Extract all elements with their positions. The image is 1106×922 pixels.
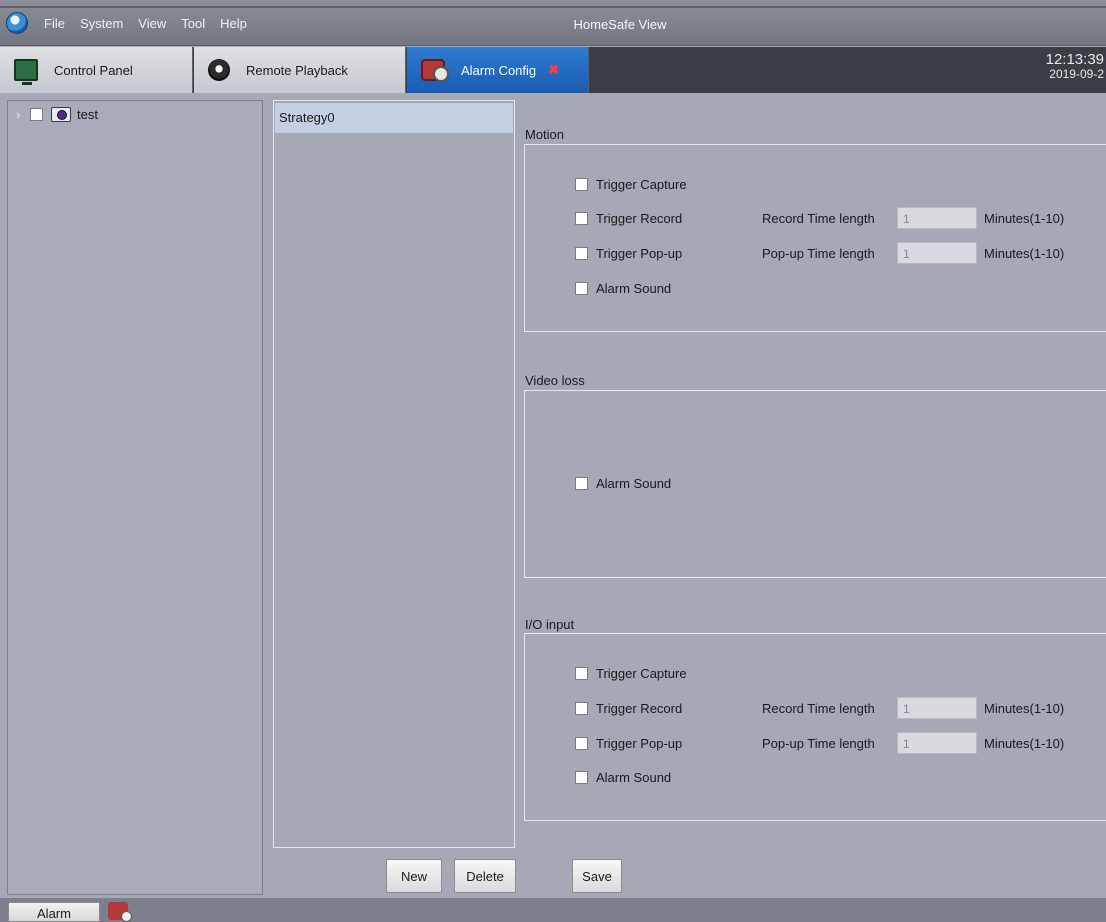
motion-trigger-capture-option[interactable]: Trigger Capture <box>575 177 687 192</box>
io-trigger-capture-checkbox[interactable] <box>575 667 588 680</box>
io-alarm-sound-label: Alarm Sound <box>596 770 672 785</box>
io-input-section <box>524 633 1106 821</box>
camera-icon <box>51 107 71 122</box>
io-trigger-record-option[interactable]: Trigger Record <box>575 701 682 716</box>
clock-date: 2019-09-2 <box>1049 67 1104 81</box>
motion-trigger-capture-checkbox[interactable] <box>575 178 588 191</box>
tab-bar: Control Panel Remote Playback Alarm Conf… <box>0 47 1106 93</box>
motion-popup-length-input[interactable]: 1 <box>897 242 977 264</box>
clock: 12:13:39 2019-09-2 <box>1045 51 1104 81</box>
io-trigger-record-checkbox[interactable] <box>575 702 588 715</box>
tab-remote-playback[interactable]: Remote Playback <box>194 47 406 93</box>
motion-alarm-sound-checkbox[interactable] <box>575 282 588 295</box>
expand-arrow-icon[interactable]: › <box>16 107 30 122</box>
motion-trigger-popup-label: Trigger Pop-up <box>596 246 683 261</box>
alarm-status-tab[interactable]: Alarm <box>8 902 100 922</box>
io-alarm-sound-checkbox[interactable] <box>575 771 588 784</box>
motion-trigger-record-checkbox[interactable] <box>575 212 588 225</box>
close-icon[interactable]: ✖ <box>548 62 559 78</box>
io-popup-unit: Minutes(1-10) <box>984 736 1065 751</box>
motion-trigger-record-label: Trigger Record <box>596 211 683 226</box>
io-trigger-capture-option[interactable]: Trigger Capture <box>575 666 687 681</box>
video-loss-alarm-sound-checkbox[interactable] <box>575 477 588 490</box>
tab-control-panel[interactable]: Control Panel <box>0 47 193 93</box>
strategy-list: Strategy0 <box>273 100 515 848</box>
motion-record-length-label: Record Time length <box>762 211 875 226</box>
status-bar: Alarm <box>0 898 1106 922</box>
playback-icon <box>208 59 230 81</box>
monitor-icon <box>14 59 38 85</box>
video-loss-alarm-sound-option[interactable]: Alarm Sound <box>575 476 671 491</box>
motion-alarm-sound-option[interactable]: Alarm Sound <box>575 281 671 296</box>
motion-section <box>524 144 1106 332</box>
tree-item[interactable]: › test <box>16 107 98 122</box>
motion-popup-length-label: Pop-up Time length <box>762 246 875 261</box>
motion-trigger-popup-checkbox[interactable] <box>575 247 588 260</box>
device-tree-panel: › test <box>7 100 263 895</box>
motion-alarm-sound-label: Alarm Sound <box>596 281 672 296</box>
io-trigger-capture-label: Trigger Capture <box>596 666 687 681</box>
tab-alarm-config-label: Alarm Config <box>461 62 537 78</box>
io-record-length-input[interactable]: 1 <box>897 697 977 719</box>
device-checkbox[interactable] <box>30 108 43 121</box>
save-button[interactable]: Save <box>572 859 622 893</box>
motion-record-length-input[interactable]: 1 <box>897 207 977 229</box>
new-button[interactable]: New <box>386 859 442 893</box>
motion-section-title: Motion <box>525 127 565 142</box>
delete-button[interactable]: Delete <box>454 859 516 893</box>
motion-record-unit: Minutes(1-10) <box>984 211 1065 226</box>
io-trigger-record-label: Trigger Record <box>596 701 683 716</box>
io-popup-length-label: Pop-up Time length <box>762 736 875 751</box>
alarm-config-icon <box>421 59 449 82</box>
io-trigger-popup-label: Trigger Pop-up <box>596 736 683 751</box>
device-label: test <box>77 107 98 122</box>
strategy-list-item[interactable]: Strategy0 <box>275 103 513 133</box>
clock-time: 12:13:39 <box>1045 51 1104 68</box>
title-bar: File System View Tool Help HomeSafe View <box>0 0 1106 46</box>
title-bar-divider <box>0 6 1106 8</box>
video-loss-section-title: Video loss <box>525 373 585 388</box>
io-input-section-title: I/O input <box>525 617 575 632</box>
motion-popup-unit: Minutes(1-10) <box>984 246 1065 261</box>
io-trigger-popup-checkbox[interactable] <box>575 737 588 750</box>
alarm-status-icon[interactable] <box>108 902 132 922</box>
io-trigger-popup-option[interactable]: Trigger Pop-up <box>575 736 682 751</box>
tab-remote-playback-label: Remote Playback <box>246 62 348 78</box>
io-alarm-sound-option[interactable]: Alarm Sound <box>575 770 671 785</box>
io-record-length-label: Record Time length <box>762 701 875 716</box>
motion-trigger-record-option[interactable]: Trigger Record <box>575 211 682 226</box>
io-record-unit: Minutes(1-10) <box>984 701 1065 716</box>
tab-alarm-config[interactable]: Alarm Config ✖ <box>407 47 589 93</box>
io-popup-length-input[interactable]: 1 <box>897 732 977 754</box>
motion-trigger-capture-label: Trigger Capture <box>596 177 687 192</box>
app-title: HomeSafe View <box>573 17 667 32</box>
motion-trigger-popup-option[interactable]: Trigger Pop-up <box>575 246 682 261</box>
tab-control-panel-label: Control Panel <box>54 62 133 78</box>
video-loss-alarm-sound-label: Alarm Sound <box>596 476 672 491</box>
